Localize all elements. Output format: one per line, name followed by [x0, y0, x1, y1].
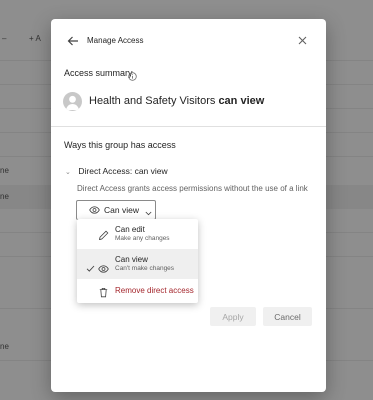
menu-item-sublabel: Can't make changes [115, 265, 175, 272]
group-name: Health and Safety Visitors [89, 95, 216, 107]
dialog-title: Manage Access [87, 36, 144, 45]
ways-heading: Ways this group has access [64, 140, 176, 150]
eye-icon [98, 260, 109, 273]
apply-button[interactable]: Apply [210, 307, 256, 326]
trash-icon [98, 285, 109, 298]
manage-access-dialog: Manage Access Access summary Health and … [51, 19, 326, 392]
close-icon[interactable] [296, 34, 309, 47]
chevron-down-icon: ⌄ [65, 169, 71, 176]
menu-item-sublabel: Make any changes [115, 235, 170, 242]
menu-item-can-edit[interactable]: Can edit Make any changes [77, 219, 198, 249]
cancel-button[interactable]: Cancel [263, 307, 312, 326]
permission-button-label: Can view [104, 205, 139, 215]
direct-access-description: Direct Access grants access permissions … [77, 184, 308, 193]
back-arrow-icon[interactable] [66, 34, 80, 48]
menu-item-label: Can edit [115, 225, 145, 234]
menu-item-remove-direct-access[interactable]: Remove direct access [77, 279, 198, 303]
menu-item-label: Remove direct access [115, 286, 194, 295]
menu-item-label: Can view [115, 255, 148, 264]
dialog-header: Manage Access [51, 19, 326, 63]
chevron-down-icon [145, 208, 152, 215]
direct-access-heading: Direct Access: can view [78, 166, 168, 176]
section-divider [51, 126, 326, 127]
group-avatar [63, 92, 82, 111]
group-summary: Health and Safety Visitors can view [89, 95, 264, 107]
access-summary-label: Access summary [64, 68, 133, 78]
checkmark-icon [86, 260, 95, 272]
direct-access-toggle[interactable]: ⌄ Direct Access: can view [65, 166, 168, 176]
pencil-icon [98, 228, 109, 241]
eye-icon [89, 206, 100, 214]
info-icon[interactable] [128, 68, 137, 81]
menu-item-can-view[interactable]: Can view Can't make changes [77, 249, 198, 279]
group-permission: can view [218, 95, 265, 107]
permission-menu: Can edit Make any changes Can view Can't… [77, 219, 198, 303]
permission-dropdown-button[interactable]: Can view [76, 200, 156, 220]
